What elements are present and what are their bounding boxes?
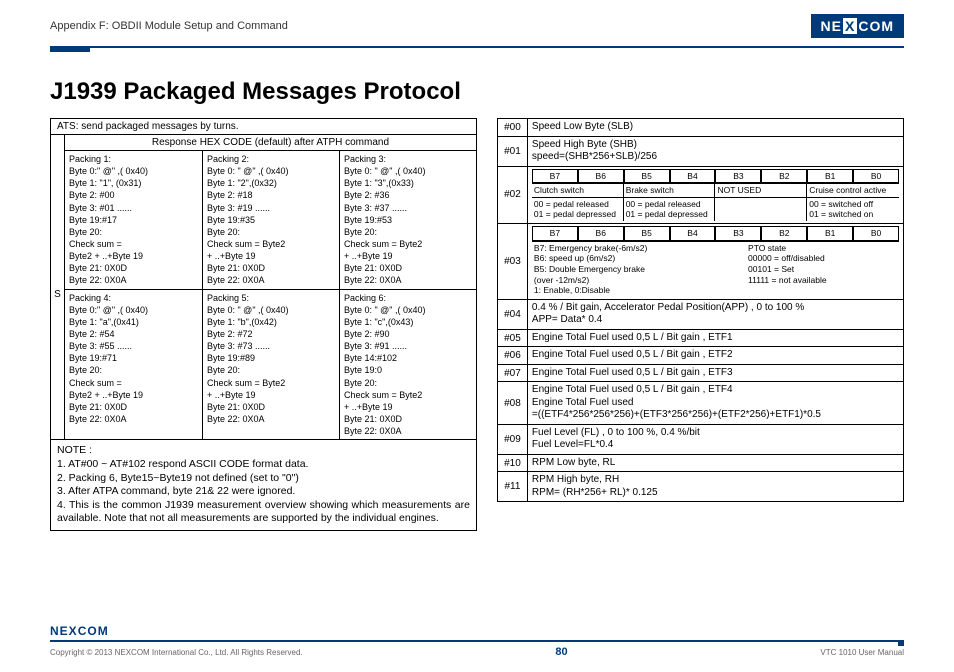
row-content: Engine Total Fuel used 0,5 L / Bit gain … xyxy=(528,347,903,364)
row-content: Fuel Level (FL) , 0 to 100 %, 0.4 %/bitF… xyxy=(528,425,903,454)
table-row: #03B7B6B5B4B3B2B1B0B7: Emergency brake(-… xyxy=(498,223,903,299)
page-title: J1939 Packaged Messages Protocol xyxy=(50,78,904,106)
row-index: #09 xyxy=(498,425,528,454)
row-content: RPM High byte, RHRPM= (RH*256+ RL)* 0.12… xyxy=(528,472,903,501)
row-index: #01 xyxy=(498,137,528,166)
row-index: #02 xyxy=(498,167,528,224)
footer-rule xyxy=(50,640,904,642)
row-index: #03 xyxy=(498,224,528,299)
row-index: #07 xyxy=(498,365,528,382)
row-content: Engine Total Fuel used 0,5 L / Bit gain … xyxy=(528,330,903,347)
packing-cell: Packing 1:Byte 0:" @" ,( 0x40)Byte 1: "1… xyxy=(65,150,202,289)
notes: NOTE :1. AT#00 ~ AT#102 respond ASCII CO… xyxy=(50,440,477,531)
table-row: #07Engine Total Fuel used 0,5 L / Bit ga… xyxy=(498,364,903,382)
table-row: #02B7B6B5B4B3B2B1B0Clutch switchBrake sw… xyxy=(498,166,903,224)
row-index: #05 xyxy=(498,330,528,347)
row-index: #00 xyxy=(498,119,528,136)
packing-cell: Packing 6:Byte 0: " @" ,( 0x40)Byte 1: "… xyxy=(339,289,476,440)
packing-cell: Packing 2:Byte 0: " @" ,( 0x40)Byte 1: "… xyxy=(202,150,339,289)
row-index: #10 xyxy=(498,455,528,472)
right-column: #00Speed Low Byte (SLB)#01Speed High Byt… xyxy=(497,118,904,531)
table-row: #040.4 % / Bit gain, Accelerator Pedal P… xyxy=(498,299,903,329)
response-header: Response HEX CODE (default) after ATPH c… xyxy=(65,134,476,150)
table-row: #06Engine Total Fuel used 0,5 L / Bit ga… xyxy=(498,346,903,364)
logo: NEXCOM xyxy=(811,14,904,38)
manual-name: VTC 1010 User Manual xyxy=(820,648,904,657)
table-row: #08Engine Total Fuel used 0,5 L / Bit ga… xyxy=(498,381,903,424)
row-content: RPM Low byte, RL xyxy=(528,455,903,472)
s-label: S xyxy=(51,150,65,439)
row-content: Engine Total Fuel used 0,5 L / Bit gain … xyxy=(528,382,903,424)
row-content: Speed High Byte (SHB)speed=(SHB*256+SLB)… xyxy=(528,137,903,166)
footer-logo: NEXCOM xyxy=(50,624,904,638)
row-content: Speed Low Byte (SLB) xyxy=(528,119,903,136)
packing-cell: Packing 3:Byte 0: " @" ,( 0x40)Byte 1: "… xyxy=(339,150,476,289)
row-content: B7B6B5B4B3B2B1B0B7: Emergency brake(-6m/… xyxy=(528,224,903,299)
appendix-title: Appendix F: OBDII Module Setup and Comma… xyxy=(50,20,288,32)
row-content: B7B6B5B4B3B2B1B0Clutch switchBrake switc… xyxy=(528,167,903,224)
table-row: #11RPM High byte, RHRPM= (RH*256+ RL)* 0… xyxy=(498,471,903,501)
row-index: #08 xyxy=(498,382,528,424)
row-index: #06 xyxy=(498,347,528,364)
row-index: #11 xyxy=(498,472,528,501)
table-row: #00Speed Low Byte (SLB) xyxy=(498,119,903,136)
copyright: Copyright © 2013 NEXCOM International Co… xyxy=(50,648,303,657)
ats-header: ATS: send packaged messages by turns. xyxy=(51,119,476,134)
left-column: ATS: send packaged messages by turns. Re… xyxy=(50,118,477,531)
packing-cell: Packing 4:Byte 0:" @" ,( 0x40)Byte 1: "a… xyxy=(65,289,202,440)
packing-cell: Packing 5:Byte 0: " @" ,( 0x40)Byte 1: "… xyxy=(202,289,339,440)
row-content: Engine Total Fuel used 0,5 L / Bit gain … xyxy=(528,365,903,382)
table-row: #10RPM Low byte, RL xyxy=(498,454,903,472)
row-index: #04 xyxy=(498,300,528,329)
table-row: #05Engine Total Fuel used 0,5 L / Bit ga… xyxy=(498,329,903,347)
header-rule xyxy=(50,46,904,48)
page-number: 80 xyxy=(555,646,567,658)
table-row: #09Fuel Level (FL) , 0 to 100 %, 0.4 %/b… xyxy=(498,424,903,454)
row-content: 0.4 % / Bit gain, Accelerator Pedal Posi… xyxy=(528,300,903,329)
table-row: #01Speed High Byte (SHB)speed=(SHB*256+S… xyxy=(498,136,903,166)
